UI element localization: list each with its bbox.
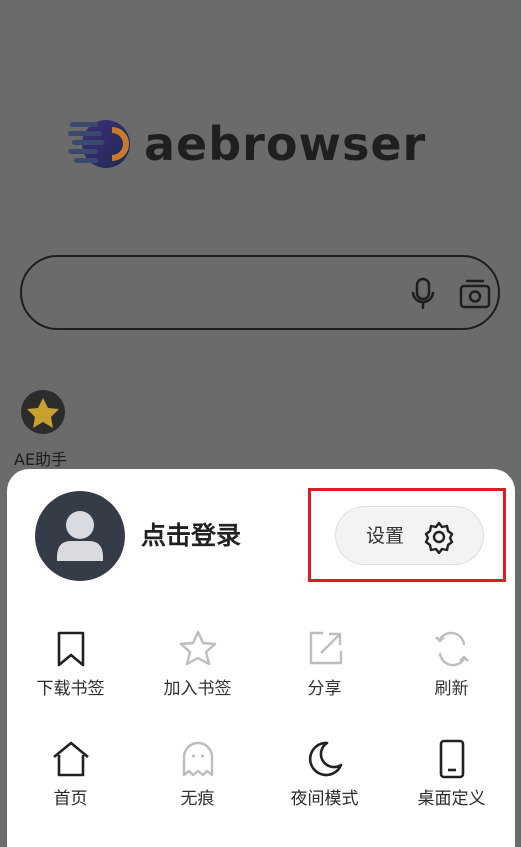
logo-mark-icon bbox=[68, 116, 132, 172]
grid-label: 加入书签 bbox=[163, 679, 232, 699]
settings-label: 设置 bbox=[366, 525, 405, 547]
microphone-icon[interactable] bbox=[410, 277, 436, 311]
ae-assistant-avatar bbox=[21, 390, 65, 434]
menu-item-refresh[interactable]: 刷新 bbox=[388, 629, 515, 709]
grid-label: 首页 bbox=[53, 789, 88, 809]
share-icon bbox=[305, 629, 345, 669]
grid-label: 刷新 bbox=[434, 679, 469, 699]
home-icon bbox=[51, 739, 91, 779]
bookmark-icon bbox=[51, 629, 91, 669]
menu-item-home[interactable]: 首页 bbox=[7, 739, 134, 819]
menu-item-incognito[interactable]: 无痕 bbox=[134, 739, 261, 819]
search-input[interactable] bbox=[20, 255, 500, 330]
refresh-icon bbox=[432, 629, 472, 669]
logo-text: aebrowser bbox=[144, 117, 427, 171]
gear-icon bbox=[422, 520, 456, 555]
menu-item-night-mode[interactable]: 夜间模式 bbox=[261, 739, 388, 819]
star-icon bbox=[178, 629, 218, 669]
aebrowser-logo: aebrowser bbox=[68, 114, 448, 174]
grid-label: 无痕 bbox=[180, 789, 215, 809]
settings-button[interactable]: 设置 bbox=[335, 506, 484, 565]
shortcut-label: AE助手 bbox=[14, 450, 68, 469]
menu-item-add-bookmark[interactable]: 加入书签 bbox=[134, 629, 261, 709]
grid-label: 分享 bbox=[307, 679, 342, 699]
grid-label: 下载书签 bbox=[36, 679, 105, 699]
grid-label: 桌面定义 bbox=[417, 789, 486, 809]
camera-scan-icon[interactable] bbox=[458, 278, 492, 310]
menu-item-download-bookmarks[interactable]: 下载书签 bbox=[7, 629, 134, 709]
menu-item-share[interactable]: 分享 bbox=[261, 629, 388, 709]
grid-label: 夜间模式 bbox=[290, 789, 359, 809]
menu-sheet: 点击登录 设置 下载书签 加入书签 分享 刷新 首页 无痕 夜间模式 桌面定义 bbox=[7, 469, 515, 847]
moon-icon bbox=[305, 739, 345, 779]
shortcut-ae-assistant[interactable]: AE助手 bbox=[14, 390, 84, 470]
user-avatar[interactable] bbox=[35, 491, 125, 581]
phone-icon bbox=[432, 739, 472, 779]
login-link[interactable]: 点击登录 bbox=[141, 519, 241, 553]
ghost-icon bbox=[178, 739, 218, 779]
menu-item-desktop[interactable]: 桌面定义 bbox=[388, 739, 515, 819]
